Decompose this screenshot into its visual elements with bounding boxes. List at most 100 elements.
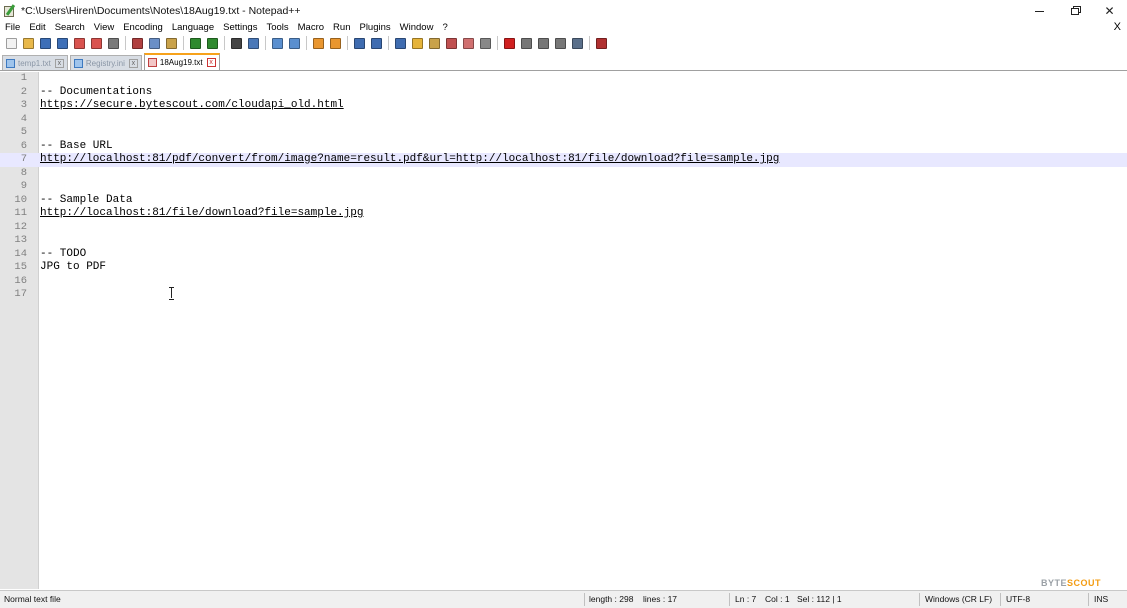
editor-line[interactable]: 8 [0, 167, 1127, 181]
bytescout-watermark: BYTESCOUT [1041, 578, 1101, 588]
line-number: 3 [20, 99, 27, 111]
editor-line[interactable]: 6 -- Base URL [0, 140, 1127, 154]
editor-line[interactable]: 15 JPG to PDF [0, 261, 1127, 275]
doc-map-button[interactable] [427, 36, 441, 50]
menu-encoding[interactable]: Encoding [118, 21, 167, 34]
monitoring-button[interactable] [478, 36, 492, 50]
menu-bar: File Edit Search View Encoding Language Settin… [0, 21, 1127, 34]
menu-plugins[interactable]: Plugins [354, 21, 394, 34]
tab-close-icon[interactable]: x [206, 58, 216, 67]
sync-vertical-button[interactable] [311, 36, 325, 50]
close-all-button[interactable] [89, 36, 103, 50]
minimize-button[interactable] [1022, 0, 1057, 22]
status-lines: lines : 17 [643, 594, 678, 604]
editor-area[interactable]: 1 2 -- Documentations 3 https://secure.bytes… [0, 72, 1127, 589]
editor-line[interactable]: 17 [0, 288, 1127, 302]
save-all-button[interactable] [55, 36, 69, 50]
word-wrap-button[interactable] [352, 36, 366, 50]
indent-guide-button[interactable] [393, 36, 407, 50]
save-all-icon [56, 37, 68, 49]
line-text-link[interactable]: https://secure.bytescout.com/cloudapi_ol… [40, 99, 344, 113]
tab-18aug19-txt[interactable]: 18Aug19.txt x [143, 53, 220, 70]
user-language-icon [411, 37, 423, 49]
minimize-icon [1035, 10, 1044, 12]
close-file-button[interactable] [72, 36, 86, 50]
editor-line[interactable]: 7 http://localhost:81/pdf/convert/from/im… [0, 153, 1127, 167]
spell-check-button[interactable] [594, 36, 608, 50]
line-text-link[interactable]: http://localhost:81/file/download?file=s… [40, 207, 363, 221]
menu-run[interactable]: Run [328, 21, 354, 34]
menu-macro[interactable]: Macro [293, 21, 328, 34]
tab-registry-ini[interactable]: Registry.ini x [69, 55, 142, 70]
restore-icon [1070, 7, 1079, 15]
editor-line[interactable]: 13 [0, 234, 1127, 248]
open-file-button[interactable] [21, 36, 35, 50]
menu-tools[interactable]: Tools [261, 21, 292, 34]
new-file-button[interactable] [4, 36, 18, 50]
editor-line[interactable]: 16 [0, 275, 1127, 289]
line-number: 10 [14, 193, 27, 206]
undo-button[interactable] [188, 36, 202, 50]
zoom-out-button[interactable] [287, 36, 301, 50]
play-multiple-button[interactable] [553, 36, 567, 50]
status-sel: Sel : 112 | 1 [797, 594, 842, 604]
editor-line[interactable]: 12 [0, 221, 1127, 235]
tab-temp1-txt[interactable]: temp1.txt x [2, 55, 68, 70]
maximize-button[interactable] [1057, 0, 1092, 22]
play-macro-button[interactable] [536, 36, 550, 50]
line-number: 1 [20, 72, 27, 84]
show-all-chars-button[interactable] [369, 36, 383, 50]
toolbar [0, 34, 1127, 52]
function-list-button[interactable] [444, 36, 458, 50]
editor-line[interactable]: 10 -- Sample Data [0, 194, 1127, 208]
editor-line[interactable]: 14 -- TODO [0, 248, 1127, 262]
toolbar-separator [497, 36, 498, 50]
print-button[interactable] [106, 36, 120, 50]
sync-horizontal-button[interactable] [328, 36, 342, 50]
record-macro-button[interactable] [502, 36, 516, 50]
tab-close-icon[interactable]: x [128, 58, 138, 68]
cut-button[interactable] [130, 36, 144, 50]
editor-line[interactable]: 2 -- Documentations [0, 86, 1127, 100]
undo-icon [189, 37, 201, 49]
close-document-button[interactable]: X [1114, 21, 1121, 34]
folder-workspace-button[interactable] [461, 36, 475, 50]
menu-help[interactable]: ? [437, 21, 451, 34]
menu-window[interactable]: Window [395, 21, 438, 34]
save-macro-button[interactable] [570, 36, 584, 50]
paste-button[interactable] [164, 36, 178, 50]
tab-close-icon[interactable]: x [54, 58, 64, 68]
editor-line[interactable]: 4 [0, 113, 1127, 127]
editor-line[interactable]: 11 http://localhost:81/file/download?file… [0, 207, 1127, 221]
window-controls: ✕ [1022, 0, 1127, 22]
menu-view[interactable]: View [89, 21, 118, 34]
copy-button[interactable] [147, 36, 161, 50]
line-number: 5 [20, 126, 27, 138]
editor-line[interactable]: 9 [0, 180, 1127, 194]
redo-button[interactable] [205, 36, 219, 50]
editor-line[interactable]: 1 [0, 72, 1127, 86]
editor-line[interactable]: 5 [0, 126, 1127, 140]
find-button[interactable] [229, 36, 243, 50]
save-button[interactable] [38, 36, 52, 50]
line-text-link[interactable]: http://localhost:81/pdf/convert/from/ima… [40, 153, 779, 167]
replace-icon [247, 37, 259, 49]
user-language-button[interactable] [410, 36, 424, 50]
toolbar-separator [388, 36, 389, 50]
menu-language[interactable]: Language [167, 21, 218, 34]
close-all-icon [90, 37, 102, 49]
zoom-in-button[interactable] [270, 36, 284, 50]
menu-settings[interactable]: Settings [218, 21, 261, 34]
stop-record-button[interactable] [519, 36, 533, 50]
replace-button[interactable] [246, 36, 260, 50]
close-window-button[interactable]: ✕ [1092, 0, 1127, 22]
menu-search[interactable]: Search [50, 21, 89, 34]
print-icon [107, 37, 119, 49]
redo-icon [206, 37, 218, 49]
show-all-chars-icon [370, 37, 382, 49]
menu-file[interactable]: File [0, 21, 24, 34]
line-number: 6 [20, 139, 27, 152]
menu-edit[interactable]: Edit [24, 21, 49, 34]
editor-line[interactable]: 3 https://secure.bytescout.com/cloudapi_o… [0, 99, 1127, 113]
line-number: 4 [20, 112, 27, 125]
